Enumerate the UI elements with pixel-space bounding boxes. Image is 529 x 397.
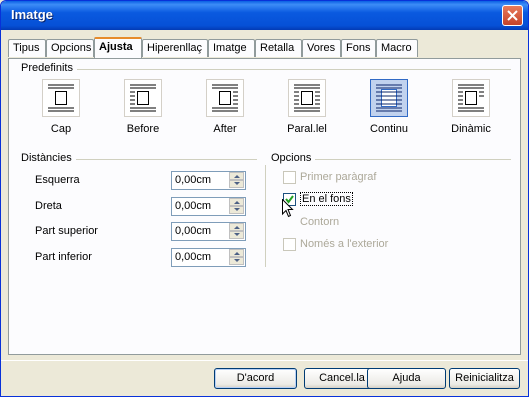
wrap-tab-panel: Predefinits Cap Before After Paral.lel C… — [8, 58, 521, 355]
image-dialog: Imatge Tipus Opcions Ajusta Hiperenllaç … — [0, 0, 529, 397]
spin-down-button[interactable] — [229, 180, 244, 188]
tab-label: Imatge — [213, 42, 247, 54]
presets-group-label: Predefinits — [21, 62, 77, 74]
tab-macro[interactable]: Macro — [376, 39, 418, 57]
preset-label: Paral.lel — [287, 123, 327, 135]
preset-label: Continu — [370, 123, 408, 135]
checkbox-label: Només a l'exterior — [300, 238, 389, 250]
wrap-before-icon — [124, 79, 162, 117]
left-spacing-label: Esquerra — [35, 174, 80, 186]
wrap-none-icon — [42, 79, 80, 117]
spin-down-button[interactable] — [229, 257, 244, 265]
tab-imatge[interactable]: Imatge — [208, 39, 255, 57]
checkbox-box — [283, 171, 296, 184]
tab-opcions[interactable]: Opcions — [46, 39, 94, 57]
preset-cap[interactable]: Cap — [31, 79, 91, 135]
bottom-spacing-label: Part inferior — [35, 251, 92, 263]
wrap-after-icon — [206, 79, 244, 117]
spin-up-button[interactable] — [229, 249, 244, 257]
spin-value: 0,00cm — [175, 200, 212, 212]
spin-value: 0,00cm — [175, 251, 212, 263]
preset-parallel[interactable]: Paral.lel — [277, 79, 337, 135]
reset-button[interactable]: Reinicialitza — [449, 368, 520, 389]
tab-retalla[interactable]: Retalla — [255, 39, 302, 57]
presets-group-line — [21, 69, 511, 70]
wrap-optimal-icon — [452, 79, 490, 117]
tab-label: Macro — [381, 42, 412, 54]
button-separator — [1, 360, 528, 361]
tab-label: Ajusta — [99, 41, 133, 53]
checkbox-label: Primer paràgraf — [300, 171, 377, 183]
tab-tipus[interactable]: Tipus — [8, 39, 46, 57]
spin-up-button[interactable] — [229, 198, 244, 206]
spin-up-button[interactable] — [229, 172, 244, 180]
top-spacing-field[interactable]: 0,00cm — [171, 222, 246, 241]
preset-label: Before — [126, 123, 160, 135]
close-button[interactable] — [502, 5, 523, 26]
preset-dinamic[interactable]: Dinàmic — [441, 79, 501, 135]
wrap-through-icon — [370, 79, 408, 117]
mouse-pointer-icon — [282, 199, 294, 218]
spin-down-button[interactable] — [229, 231, 244, 239]
spin-down-button[interactable] — [229, 206, 244, 214]
right-spacing-field[interactable]: 0,00cm — [171, 197, 246, 216]
left-spacing-field[interactable]: 0,00cm — [171, 171, 246, 190]
spacing-group-label: Distàncies — [21, 152, 76, 164]
dialog-title: Imatge — [11, 7, 53, 22]
spin-up-button[interactable] — [229, 223, 244, 231]
bottom-spacing-field[interactable]: 0,00cm — [171, 248, 246, 267]
tab-fons[interactable]: Fons — [341, 39, 376, 57]
tab-label: Fons — [346, 42, 371, 54]
tab-vores[interactable]: Vores — [302, 39, 341, 57]
top-spacing-label: Part superior — [35, 225, 98, 237]
tab-hiperenllac[interactable]: Hiperenllaç — [142, 39, 208, 57]
tab-label: Tipus — [13, 42, 40, 54]
options-group-label: Opcions — [271, 152, 316, 164]
tab-label: Opcions — [51, 42, 92, 54]
tab-ajusta[interactable]: Ajusta — [94, 37, 142, 58]
spin-value: 0,00cm — [175, 225, 212, 237]
checkbox-box — [283, 238, 296, 251]
title-bar[interactable]: Imatge — [1, 1, 528, 30]
tab-label: Retalla — [260, 42, 295, 54]
close-icon — [507, 10, 518, 21]
checkbox-label: Contorn — [300, 216, 340, 228]
tab-label: Vores — [307, 42, 336, 54]
right-spacing-label: Dreta — [35, 200, 62, 212]
spin-value: 0,00cm — [175, 174, 212, 186]
checkbox-label: En el fons — [300, 192, 353, 206]
tab-label: Hiperenllaç — [147, 42, 203, 54]
preset-label: After — [213, 123, 237, 135]
preset-label: Cap — [50, 123, 72, 135]
preset-after[interactable]: After — [195, 79, 255, 135]
preset-before[interactable]: Before — [113, 79, 173, 135]
preset-label: Dinàmic — [451, 123, 491, 135]
preset-continu[interactable]: Continu — [359, 79, 419, 135]
options-separator — [265, 165, 266, 267]
wrap-parallel-icon — [288, 79, 326, 117]
ok-button[interactable]: D'acord — [214, 368, 297, 389]
help-button[interactable]: Ajuda — [367, 368, 446, 389]
